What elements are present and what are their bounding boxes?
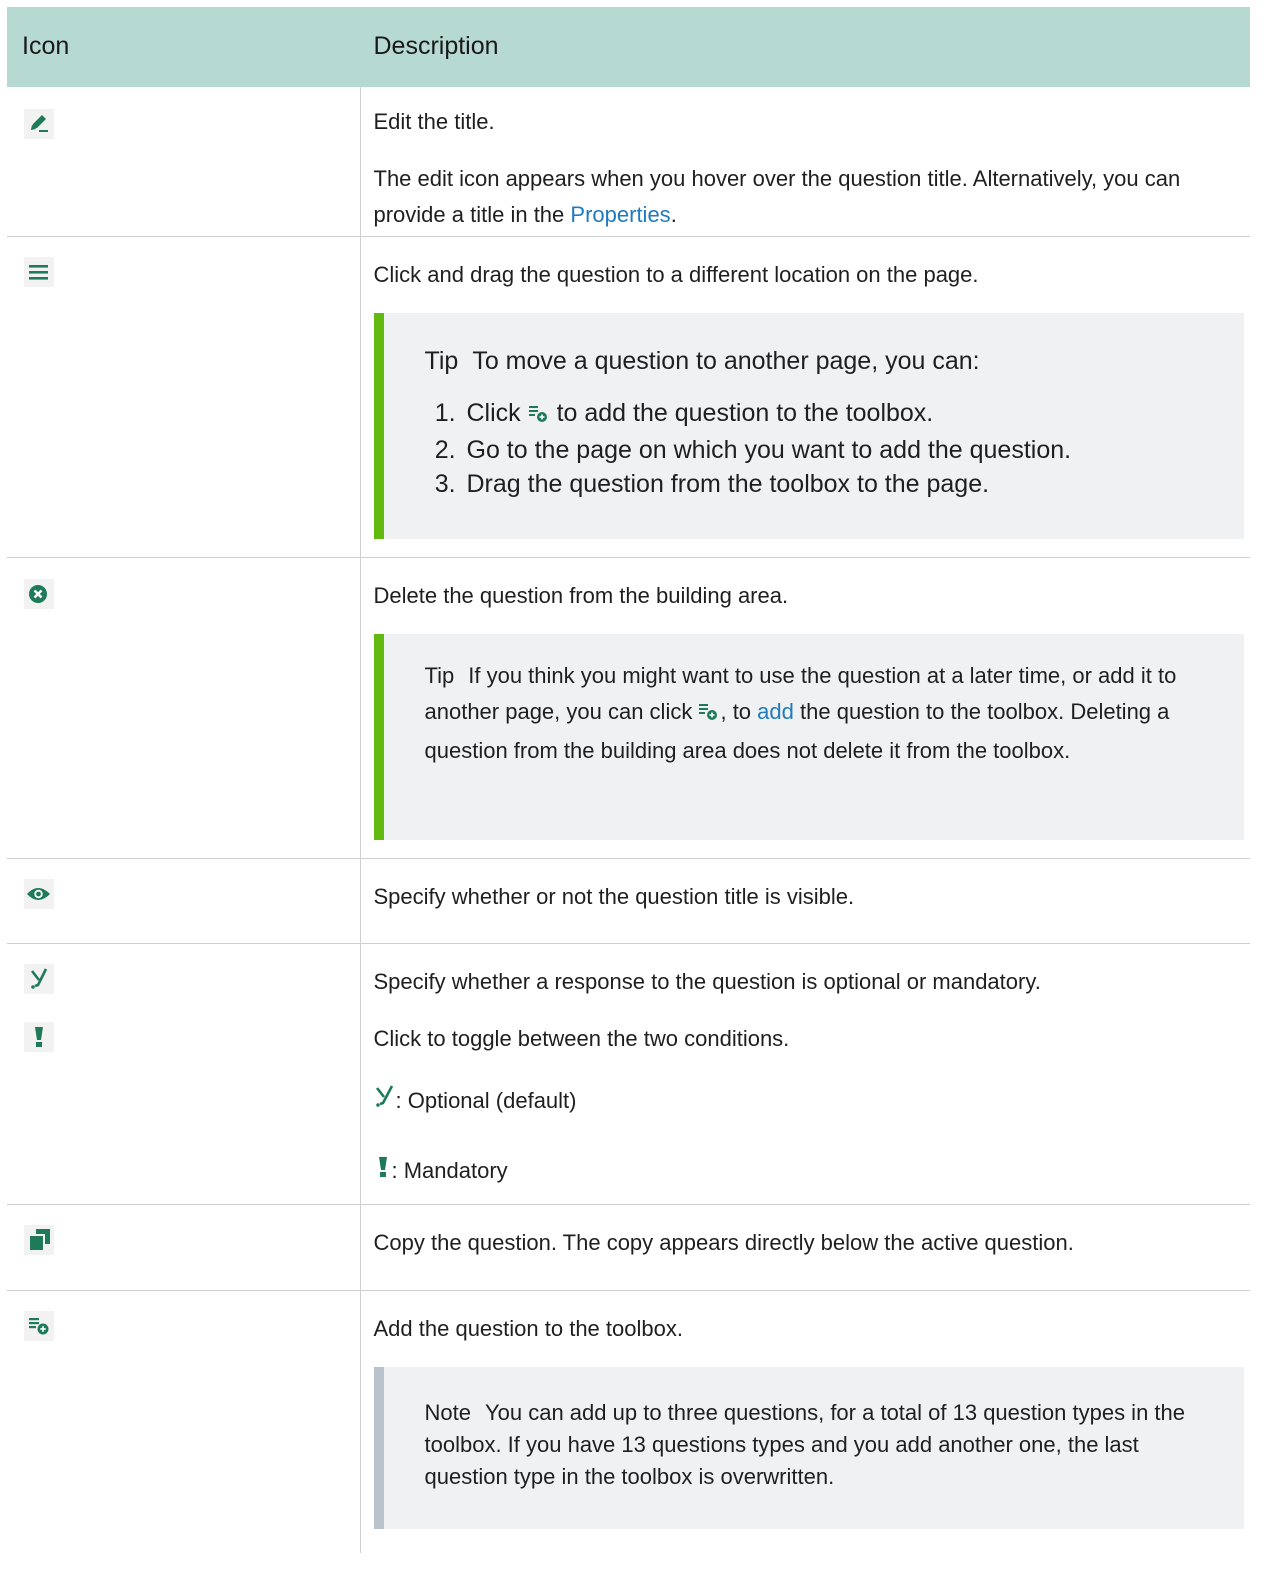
mandatory-exclamation-icon	[374, 1155, 392, 1192]
step-text: to add the question to the toolbox.	[556, 399, 934, 427]
mandatory-exclamation-icon	[24, 1022, 54, 1052]
note-text: You can add up to three questions, for a…	[424, 1400, 1186, 1489]
add-to-toolbox-icon	[24, 1311, 54, 1341]
description-cell: Specify whether or not the question titl…	[360, 858, 1250, 944]
tip-steps-list: Click to add the question to the toolbox…	[425, 396, 1225, 501]
optional-legend: : Optional (default)	[374, 1083, 1251, 1122]
edit-detail-text: The edit icon appears when you hover ove…	[373, 166, 1181, 227]
table-row-visibility: Specify whether or not the question titl…	[7, 858, 1250, 944]
edit-pencil-icon	[24, 109, 54, 139]
add-link[interactable]: add	[757, 699, 794, 724]
table-row-copy: Copy the question. The copy appears dire…	[7, 1204, 1250, 1291]
visibility-description: Specify whether or not the question titl…	[373, 884, 855, 909]
table-header-row: Icon Description	[7, 7, 1250, 87]
tip-callout: Tip To move a question to another page, y…	[373, 313, 1244, 539]
tip-callout: Tip If you think you might want to use th…	[373, 634, 1244, 840]
tip-text: To move a question to another page, you …	[472, 347, 980, 375]
icon-cell	[7, 557, 361, 859]
table-row-drag: Click and drag the question to a differe…	[7, 236, 1250, 558]
note-callout: Note You can add up to three questions, f…	[373, 1367, 1244, 1529]
edit-description: Edit the title.	[373, 109, 495, 134]
table-row-mandatory: Specify whether a response to the questi…	[7, 943, 1251, 1205]
eye-icon	[24, 879, 54, 909]
description-cell: Click and drag the question to a differe…	[360, 236, 1250, 558]
description-cell: Specify whether a response to the questi…	[360, 943, 1251, 1205]
mandatory-description: Specify whether a response to the questi…	[373, 969, 1041, 994]
description-cell: Edit the title. The edit icon appears wh…	[360, 86, 1251, 237]
edit-detail-period: .	[670, 202, 677, 227]
column-header-icon: Icon	[7, 7, 361, 87]
icon-cell	[7, 86, 361, 237]
note-body: Note You can add up to three questions, f…	[425, 1397, 1225, 1493]
optional-icon	[24, 964, 54, 994]
table-row-edit: Edit the title. The edit icon appears wh…	[7, 86, 1251, 237]
column-header-description: Description	[360, 7, 1250, 87]
toolbox-description: Add the question to the toolbox.	[373, 1316, 683, 1341]
list-item: Drag the question from the toolbox to th…	[463, 467, 1225, 501]
icon-cell	[7, 943, 361, 1205]
column-header-icon-label: Icon	[22, 32, 70, 60]
add-to-toolbox-icon	[698, 697, 720, 733]
step-text: Click	[466, 399, 521, 427]
delete-circle-icon	[24, 579, 54, 609]
delete-description: Delete the question from the building ar…	[373, 583, 789, 608]
mandatory-label: : Mandatory	[391, 1158, 508, 1183]
description-cell: Delete the question from the building ar…	[360, 557, 1250, 859]
optional-label: : Optional (default)	[395, 1088, 577, 1113]
drag-description: Click and drag the question to a differe…	[373, 262, 979, 287]
mandatory-toggle-text: Click to toggle between the two conditio…	[373, 1026, 790, 1051]
drag-handle-icon	[24, 257, 54, 287]
icon-cell	[7, 1290, 361, 1553]
icon-description-table: Icon Description Edit the title. The edi…	[7, 7, 1250, 1553]
table-row-delete: Delete the question from the building ar…	[7, 557, 1250, 859]
edit-detail: The edit icon appears when you hover ove…	[374, 161, 1251, 233]
copy-description: Copy the question. The copy appears dire…	[373, 1230, 1074, 1255]
add-to-toolbox-icon	[528, 399, 550, 433]
description-cell: Copy the question. The copy appears dire…	[360, 1204, 1250, 1291]
tip-text: , to	[720, 699, 752, 724]
table-row-toolbox: Add the question to the toolbox. Note You…	[7, 1290, 1250, 1553]
properties-link[interactable]: Properties	[570, 202, 670, 227]
tip-label: Tip	[424, 663, 455, 688]
tip-heading: Tip To move a question to another page, y…	[425, 344, 1225, 378]
icon-cell	[7, 236, 361, 558]
tip-label: Tip	[424, 347, 459, 375]
tip-body: Tip If you think you might want to use th…	[425, 658, 1225, 769]
list-item: Go to the page on which you want to add …	[463, 433, 1225, 467]
icon-cell	[7, 1204, 361, 1291]
list-item: Click to add the question to the toolbox…	[463, 396, 1225, 433]
icon-cell	[7, 858, 361, 944]
copy-icon	[24, 1225, 54, 1255]
note-label: Note	[424, 1400, 471, 1425]
mandatory-legend: : Mandatory	[374, 1153, 1251, 1192]
description-cell: Add the question to the toolbox. Note You…	[360, 1291, 1250, 1553]
optional-icon	[374, 1085, 396, 1122]
column-header-description-label: Description	[373, 32, 499, 60]
